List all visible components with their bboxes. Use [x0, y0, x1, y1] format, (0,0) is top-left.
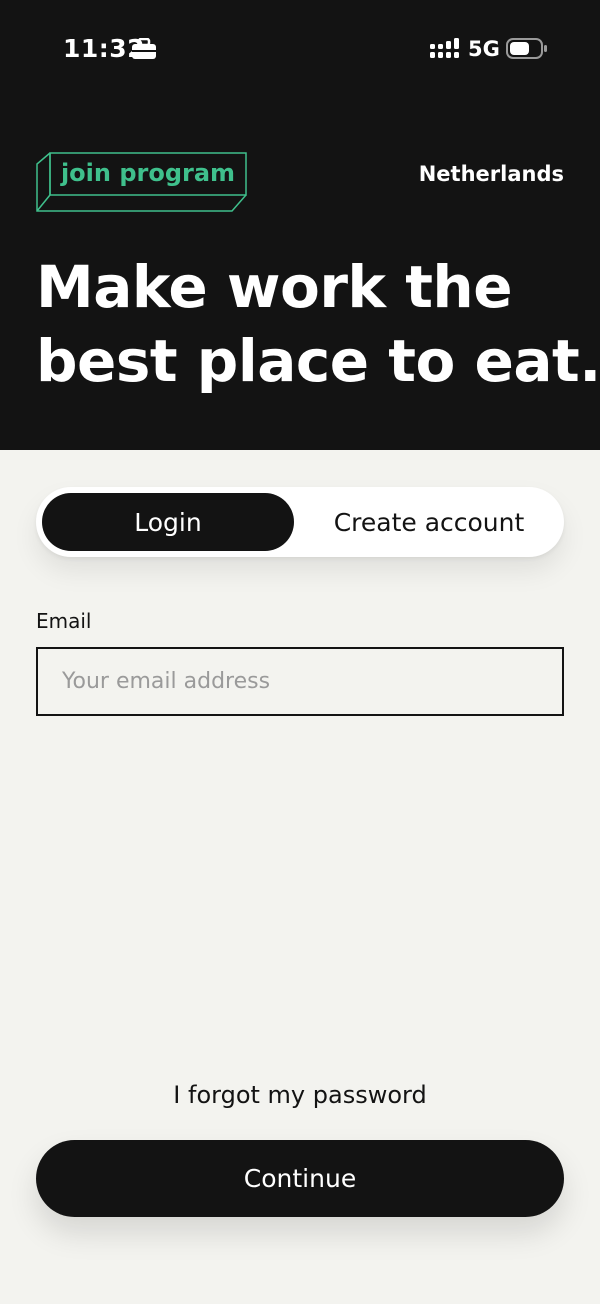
- forgot-password-link[interactable]: I forgot my password: [0, 1081, 600, 1109]
- country-selector[interactable]: Netherlands: [419, 162, 564, 186]
- network-type: 5G: [468, 37, 500, 61]
- continue-button[interactable]: Continue: [36, 1140, 564, 1217]
- email-field[interactable]: [36, 647, 564, 716]
- auth-tab-switcher: Login Create account: [36, 487, 564, 557]
- join-program-label: join program: [60, 159, 236, 187]
- briefcase-icon: [131, 37, 157, 64]
- tab-create-account[interactable]: Create account: [300, 493, 558, 551]
- page-headline: Make work the best place to eat.: [36, 250, 600, 398]
- hero-header: 11:32 5G join program Netherlands Make w…: [0, 0, 600, 450]
- headline-line-1: Make work the: [36, 253, 513, 321]
- signal-icon: [430, 38, 460, 64]
- tab-login[interactable]: Login: [42, 493, 294, 551]
- email-label: Email: [36, 609, 92, 633]
- status-bar: 11:32 5G: [0, 0, 600, 100]
- battery-icon: [506, 38, 548, 64]
- join-program-button[interactable]: join program: [36, 152, 248, 214]
- headline-line-2: best place to eat.: [36, 327, 600, 395]
